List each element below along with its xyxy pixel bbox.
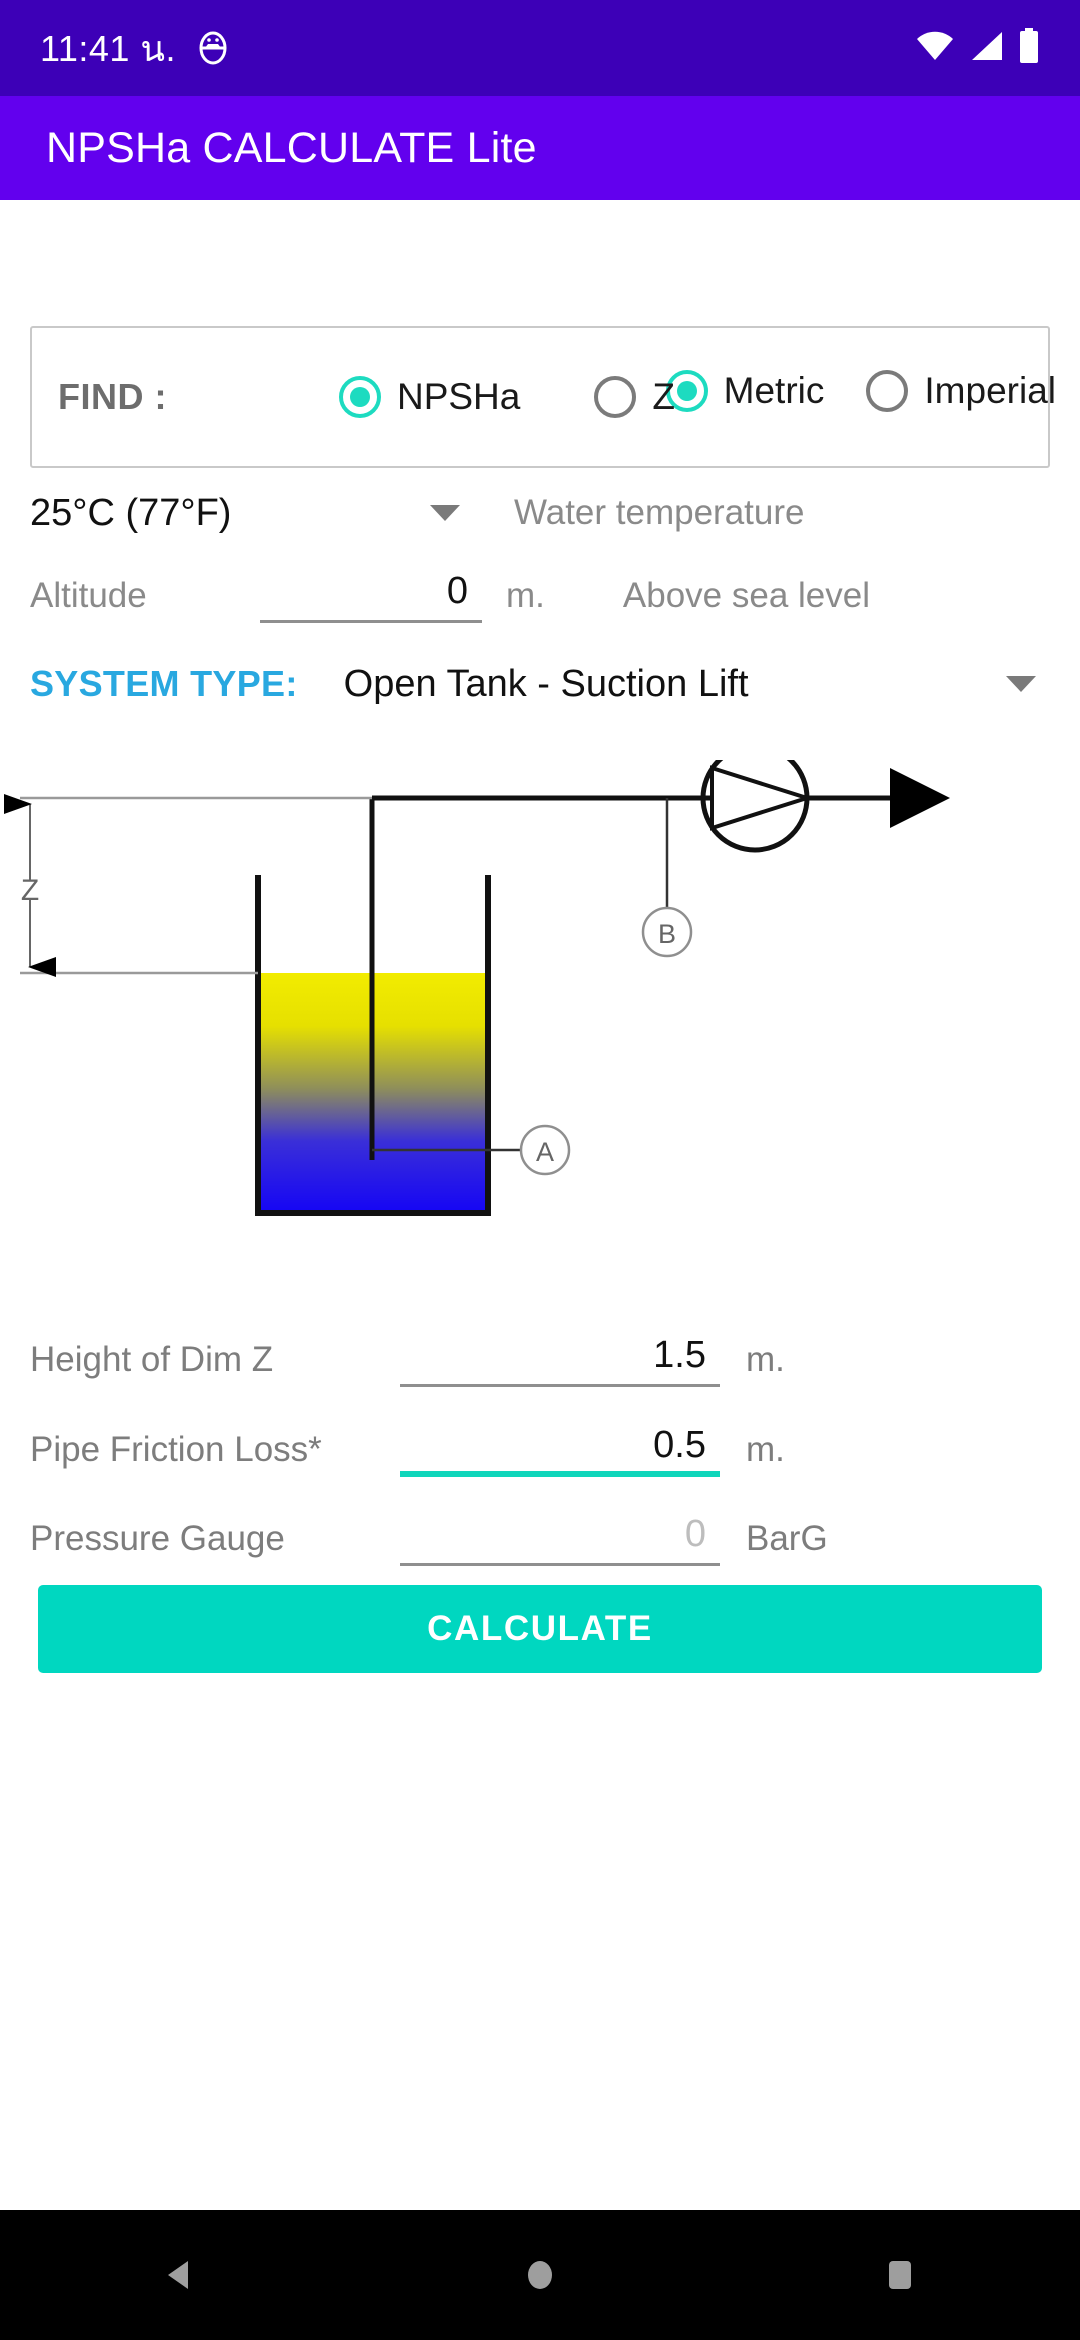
pipe-friction-loss-row: Pipe Friction Loss* 0.5 m.	[0, 1410, 1080, 1490]
altitude-row: Altitude 0 m. Above sea level	[0, 560, 1080, 632]
battery-icon	[1018, 27, 1040, 69]
radio-npsha-icon[interactable]	[338, 376, 381, 418]
android-debug-icon	[198, 31, 228, 65]
height-dim-z-input[interactable]: 1.5	[400, 1334, 720, 1387]
status-bar-left: 11:41 น.	[40, 20, 228, 77]
find-option-npsha-label: NPSHa	[396, 376, 521, 417]
radio-z-icon[interactable]	[594, 376, 637, 418]
altitude-unit: m.	[506, 576, 545, 615]
altitude-hint: Above sea level	[622, 576, 870, 615]
back-icon[interactable]	[120, 2215, 240, 2335]
home-icon[interactable]	[480, 2215, 600, 2335]
height-dim-z-underline	[400, 1383, 720, 1387]
altitude-input[interactable]: 0	[260, 570, 482, 623]
find-option-z-label: Z	[652, 376, 675, 417]
system-diagram-svg: B A Z	[4, 743, 950, 1216]
system-diagram: B A Z	[0, 743, 1080, 1300]
pipe-friction-loss-underline	[400, 1470, 720, 1477]
recents-icon[interactable]	[840, 2215, 960, 2335]
status-bar-right	[916, 27, 1040, 69]
find-label: FIND :	[58, 376, 167, 417]
height-dim-z-unit: m.	[746, 1340, 785, 1379]
altitude-label: Altitude	[30, 576, 147, 615]
pressure-gauge-underline	[400, 1562, 720, 1566]
pressure-gauge-label: Pressure Gauge	[30, 1519, 285, 1558]
system-type-row[interactable]: SYSTEM TYPE: Open Tank - Suction Lift	[0, 652, 1080, 716]
android-nav-bar	[0, 2210, 1080, 2340]
pressure-gauge-unit: BarG	[746, 1519, 828, 1558]
find-option-npsha[interactable]: NPSHa	[338, 376, 521, 418]
pressure-gauge-value: 0	[684, 1512, 706, 1555]
status-time: 11:41 น.	[40, 27, 177, 69]
find-panel: FIND : NPSHa Z	[30, 326, 1050, 468]
page-title: NPSHa CALCULATE Lite	[46, 123, 537, 172]
altitude-value: 0	[446, 569, 468, 612]
pipe-friction-loss-input[interactable]: 0.5	[400, 1424, 720, 1477]
pipe-friction-loss-unit: m.	[746, 1430, 785, 1469]
pipe-friction-loss-value: 0.5	[653, 1423, 706, 1466]
altitude-underline	[260, 619, 482, 623]
calculate-button[interactable]: CALCULATE	[38, 1585, 1042, 1673]
system-type-label: SYSTEM TYPE:	[30, 663, 298, 704]
signal-icon	[968, 31, 1004, 66]
pipe-friction-loss-label: Pipe Friction Loss*	[30, 1430, 322, 1469]
find-option-z[interactable]: Z	[594, 376, 675, 418]
chevron-down-icon[interactable]	[430, 505, 460, 521]
height-dim-z-value: 1.5	[653, 1333, 706, 1376]
main-content: Metric Imperial FIND : NPSHa Z 25°C (77°…	[0, 200, 1080, 2275]
height-dim-z-row: Height of Dim Z 1.5 m.	[0, 1320, 1080, 1400]
status-bar: 11:41 น.	[0, 0, 1080, 96]
app-root: 11:41 น. NPSHa CALCULATE Lite Metric Imp…	[0, 0, 1080, 2340]
system-type-select[interactable]: Open Tank - Suction Lift	[344, 663, 749, 706]
water-temperature-select[interactable]: 25°C (77°F)	[30, 492, 430, 535]
app-bar: NPSHa CALCULATE Lite	[0, 96, 1080, 200]
chevron-down-icon[interactable]	[1006, 676, 1036, 692]
find-radio-group: NPSHa Z	[338, 376, 675, 418]
pressure-gauge-row: Pressure Gauge 0 BarG	[0, 1499, 1080, 1579]
water-temperature-row: 25°C (77°F) Water temperature	[0, 482, 1080, 544]
diagram-tag-b-text: B	[658, 919, 676, 949]
height-dim-z-label: Height of Dim Z	[30, 1340, 274, 1379]
diagram-dimension-z-label: Z	[21, 874, 39, 907]
diagram-tag-a-text: A	[536, 1137, 554, 1167]
wifi-icon	[916, 31, 954, 66]
pressure-gauge-input[interactable]: 0	[400, 1513, 720, 1566]
water-temperature-hint: Water temperature	[514, 493, 805, 532]
